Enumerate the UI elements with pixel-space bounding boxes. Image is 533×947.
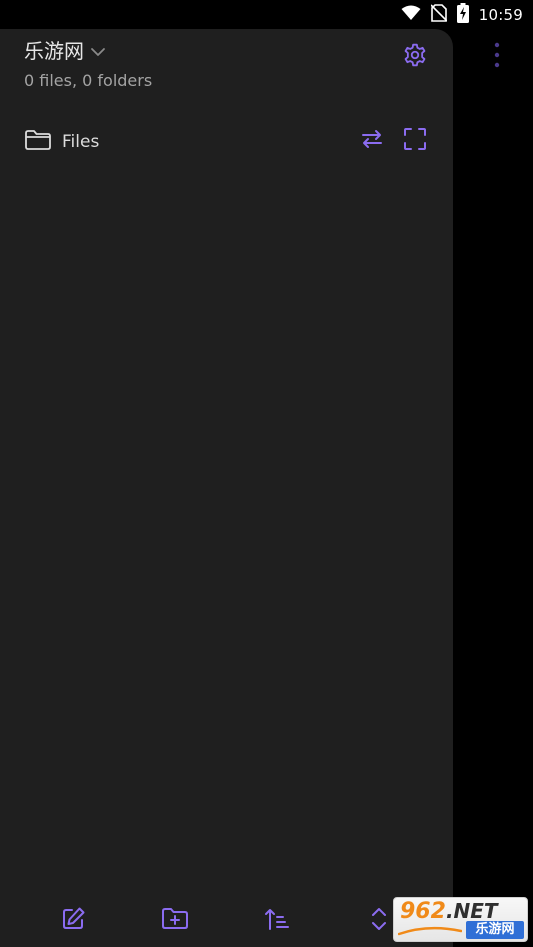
collapse-expand-icon: [368, 905, 390, 937]
gear-icon: [402, 42, 428, 72]
expand-button[interactable]: [399, 125, 431, 157]
new-folder-button[interactable]: [157, 903, 193, 939]
file-drawer: 乐游网 0 files, 0 folders Files: [0, 29, 453, 947]
vault-stats: 0 files, 0 folders: [24, 71, 153, 90]
more-options-button[interactable]: [485, 40, 509, 74]
status-bar: 10:59: [0, 0, 533, 30]
battery-charging-icon: [456, 3, 469, 27]
watermark-swoosh-icon: [398, 926, 462, 936]
expand-icon: [402, 126, 428, 156]
no-sim-icon: [430, 4, 448, 26]
new-note-icon: [59, 905, 87, 937]
new-note-button[interactable]: [55, 903, 91, 939]
swap-button[interactable]: [356, 125, 388, 157]
files-section-label: Files: [62, 132, 100, 152]
status-icons: 10:59: [401, 3, 523, 27]
wifi-icon: [401, 5, 421, 25]
drawer-toolbar: [0, 895, 453, 945]
new-folder-icon: [160, 906, 190, 936]
files-section-header[interactable]: Files: [24, 129, 99, 155]
more-vertical-icon: [494, 42, 500, 72]
folder-icon: [24, 128, 52, 156]
collapse-expand-button[interactable]: [361, 903, 397, 939]
vault-name: 乐游网: [24, 39, 84, 63]
vault-switcher[interactable]: 乐游网: [24, 38, 106, 64]
sort-button[interactable]: [259, 903, 295, 939]
status-time: 10:59: [478, 6, 523, 24]
watermark-bottom-text: 乐游网: [466, 921, 524, 939]
sort-icon: [263, 905, 291, 937]
chevron-down-icon: [90, 42, 106, 61]
swap-arrows-icon: [359, 127, 385, 155]
site-watermark-logo: 962.NET 乐游网: [393, 897, 528, 942]
settings-button[interactable]: [399, 41, 431, 73]
